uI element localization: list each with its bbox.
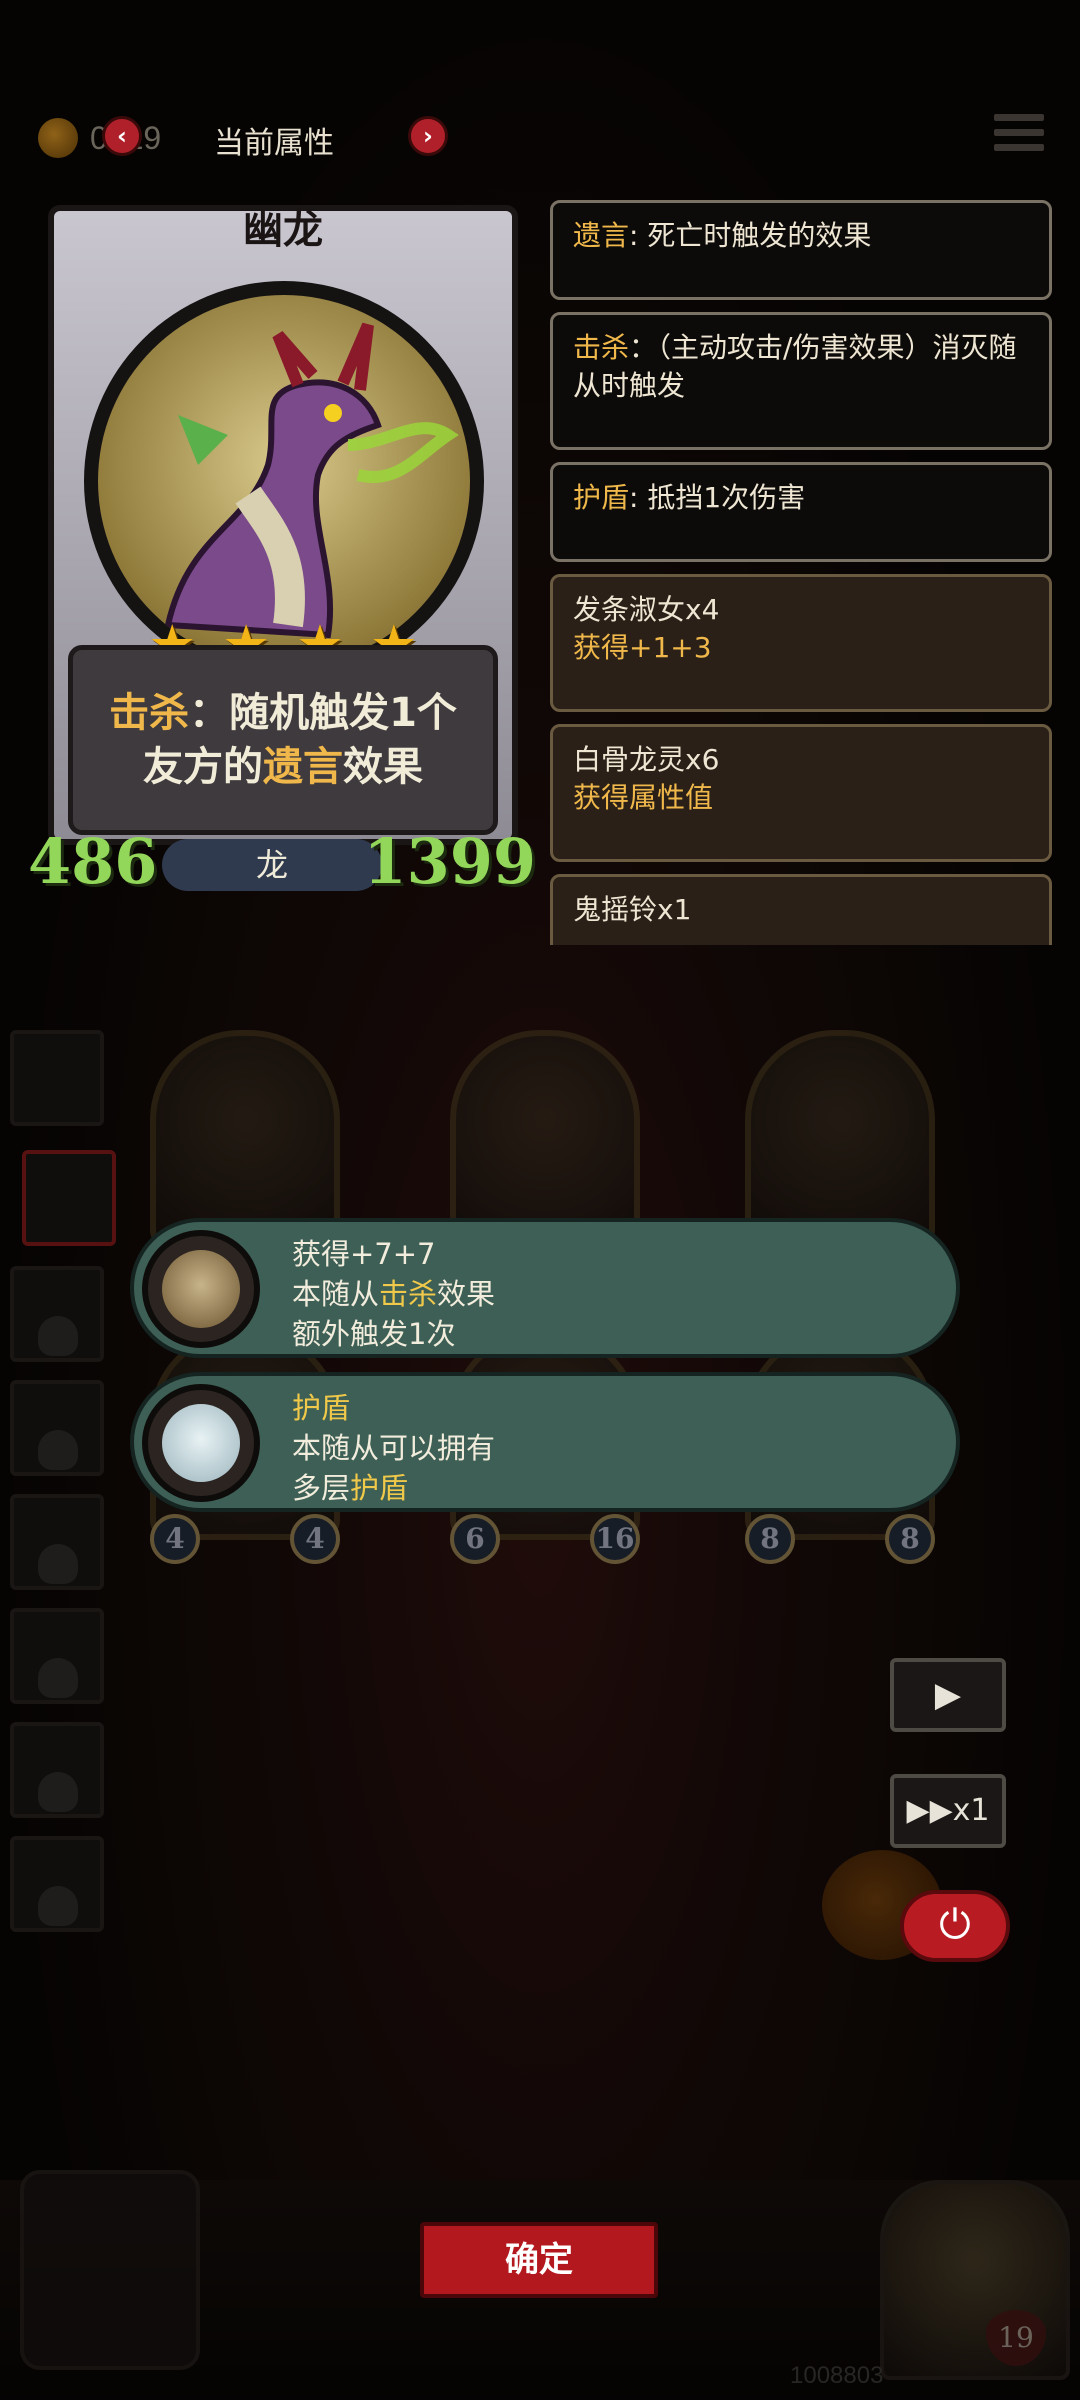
top-bar: 0019 ‹ 当前属性 › bbox=[0, 100, 1080, 180]
keyword-entry: 遗言: 死亡时触发的效果 bbox=[550, 200, 1052, 300]
keyword-entry: 护盾: 抵挡1次伤害 bbox=[550, 462, 1052, 562]
effect-text: 护盾 本随从可以拥有 多层护盾 bbox=[292, 1391, 496, 1505]
minion-card: 幽龙 ★ ★ ★ ★ 击杀：随机触发1个 友方的遗言效果 486 龙 1399 bbox=[28, 195, 536, 907]
card-name: 幽龙 bbox=[243, 207, 323, 253]
speed-button[interactable]: ▶▶x1 bbox=[890, 1774, 1006, 1848]
item-entry: 发条淑女x4 获得+1+3 bbox=[550, 574, 1052, 712]
shield-icon bbox=[142, 1384, 260, 1502]
confirm-label: 确定 bbox=[505, 2240, 573, 2280]
coin-icon bbox=[38, 118, 78, 158]
effect-text: 获得+7+7 本随从击杀效果 额外触发1次 bbox=[292, 1237, 496, 1351]
card-health: 1399 bbox=[363, 825, 536, 898]
prev-arrow-button[interactable]: ‹ bbox=[102, 116, 142, 156]
card-stats: 486 龙 1399 bbox=[28, 825, 536, 905]
menu-icon[interactable] bbox=[994, 114, 1044, 158]
desc-line-2: 友方的遗言效果 bbox=[143, 744, 423, 790]
effect-bubble: 获得+7+7 本随从击杀效果 额外触发1次 bbox=[130, 1218, 960, 1358]
play-button[interactable]: ▶ bbox=[890, 1658, 1006, 1732]
item-entry: 白骨龙灵x6 获得属性值 bbox=[550, 724, 1052, 862]
card-description: 击杀：随机触发1个 友方的遗言效果 bbox=[68, 645, 498, 835]
next-arrow-button[interactable]: › bbox=[408, 116, 448, 156]
keyword-list[interactable]: 遗言: 死亡时触发的效果 击杀：（主动攻击/伤害效果）消灭随从时触发 护盾: 抵… bbox=[550, 200, 1052, 945]
card-name-plate: 幽龙 bbox=[178, 195, 388, 265]
dragon-portrait-image bbox=[98, 295, 470, 667]
effect-bubble: 护盾 本随从可以拥有 多层护盾 bbox=[130, 1372, 960, 1512]
card-attack: 486 bbox=[28, 825, 158, 898]
power-button[interactable]: ⏻ bbox=[900, 1890, 1010, 1962]
item-entry: 鬼摇铃x1 bbox=[550, 874, 1052, 945]
desc-line-1: 击杀：随机触发1个 bbox=[109, 690, 457, 736]
confirm-button[interactable]: 确定 bbox=[420, 2222, 658, 2298]
bell-item-icon bbox=[142, 1230, 260, 1348]
page-title: 当前属性 bbox=[214, 126, 334, 161]
keyword-entry: 击杀：（主动攻击/伤害效果）消灭随从时触发 bbox=[550, 312, 1052, 450]
tribe-badge: 龙 bbox=[162, 839, 382, 891]
